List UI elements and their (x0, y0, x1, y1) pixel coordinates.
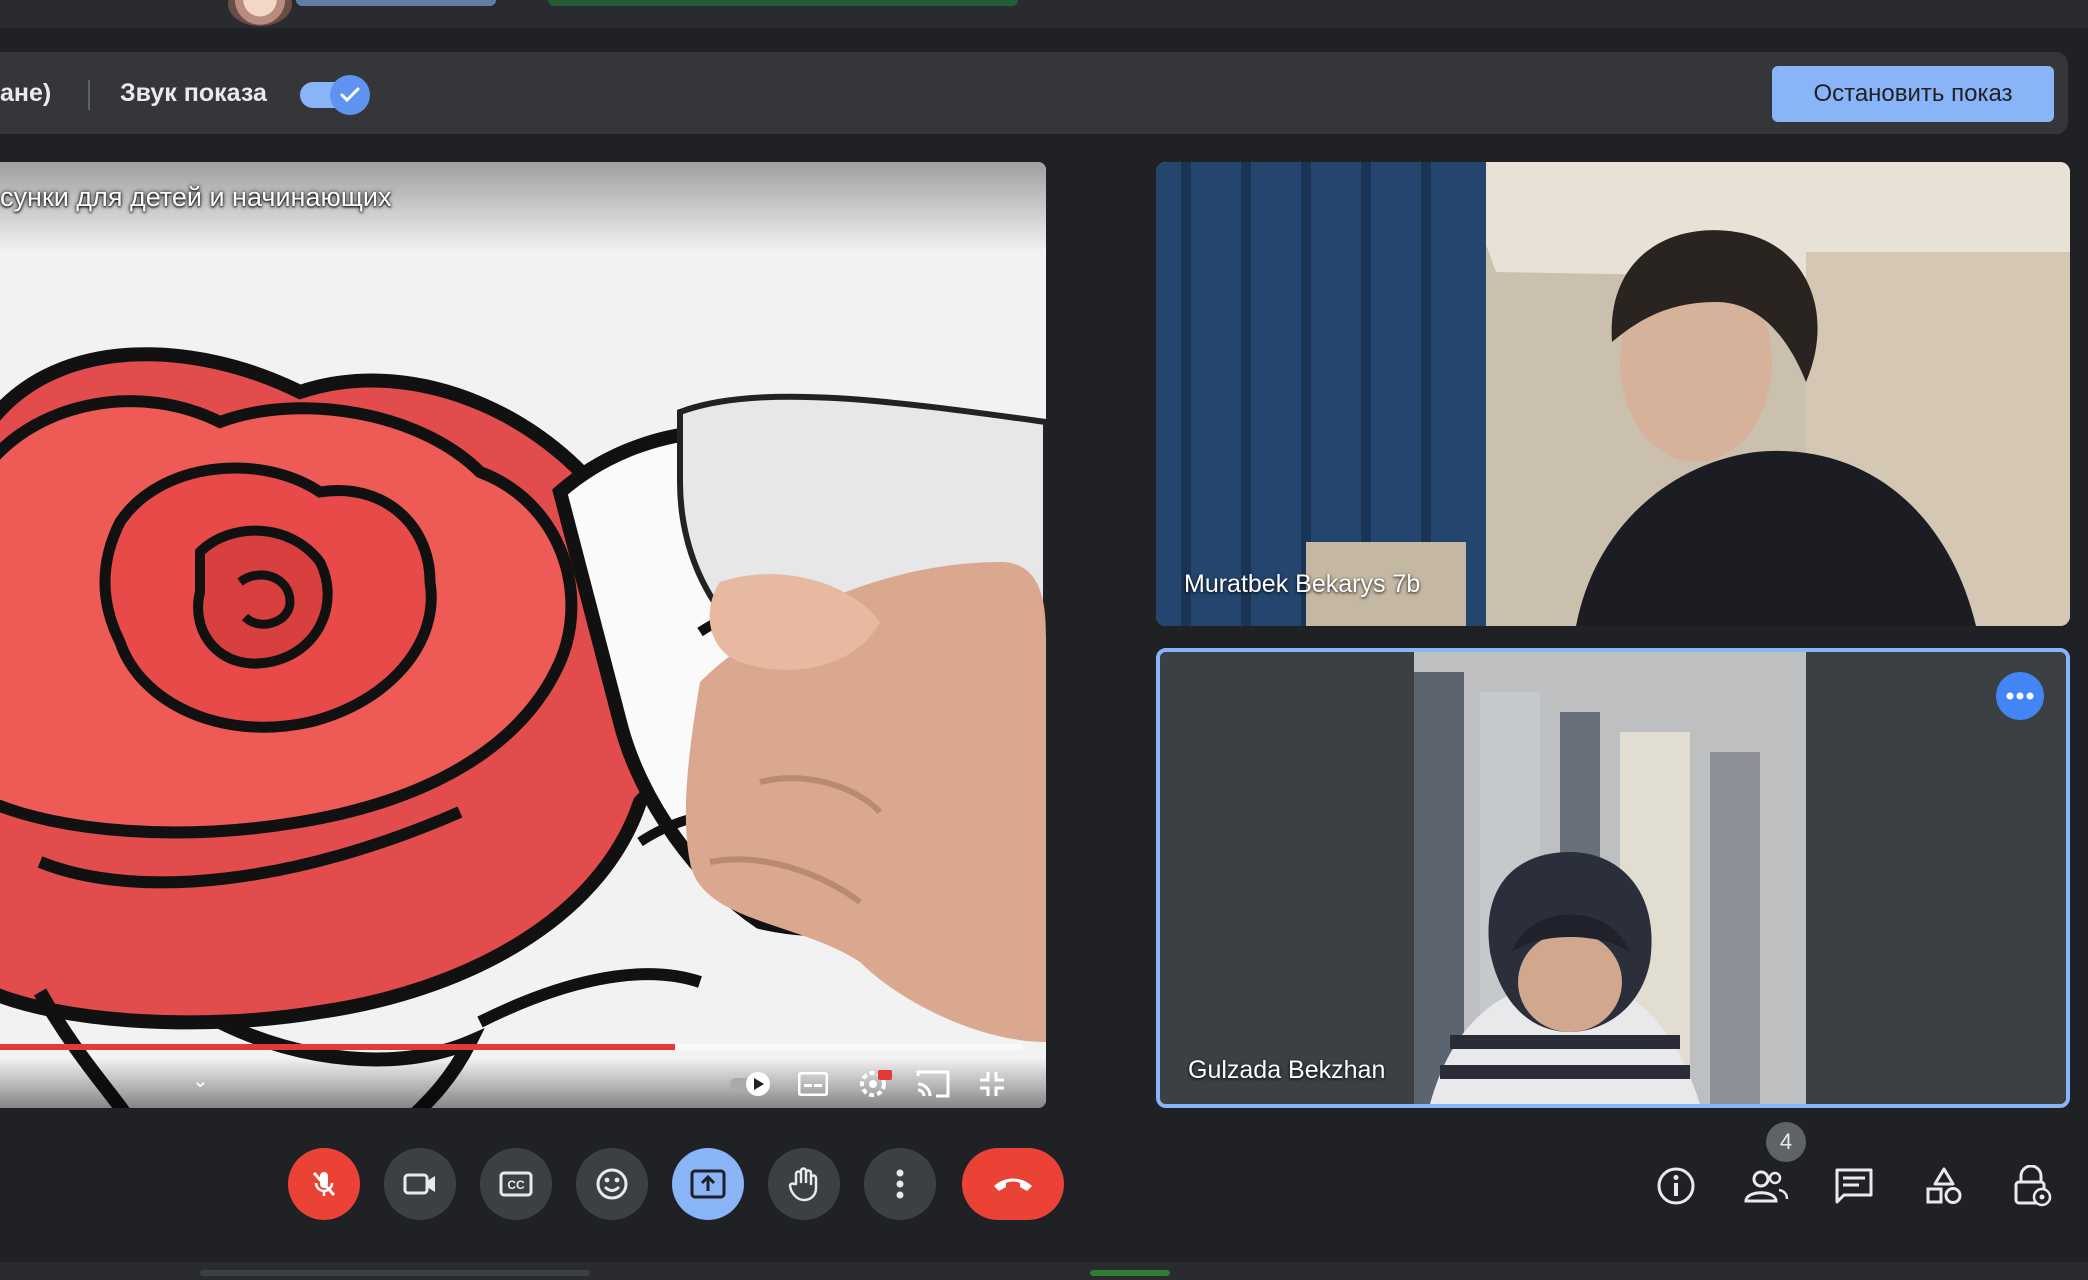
avatar (228, 0, 292, 26)
more-options-button[interactable] (864, 1148, 936, 1220)
video-progress-bar[interactable] (0, 1044, 1022, 1050)
raise-hand-icon (788, 1167, 818, 1202)
participant-tile[interactable]: Muratbek Bekarys 7b (1156, 162, 2070, 626)
taskbar-item-green (1090, 1270, 1170, 1276)
rose-drawing (0, 162, 1046, 1108)
presenting-label: ане) (0, 79, 52, 107)
sound-label: Звук показа (120, 79, 267, 107)
participant-tile-active[interactable]: Gulzada Bekzhan (1156, 648, 2070, 1108)
hang-up-icon (994, 1178, 1032, 1191)
chat-button[interactable] (1826, 1158, 1882, 1214)
mic-off-icon (312, 1171, 336, 1197)
raise-hand-button[interactable] (768, 1148, 840, 1220)
reactions-button[interactable] (576, 1148, 648, 1220)
camera-button[interactable] (384, 1148, 456, 1220)
activities-icon (1926, 1167, 1962, 1204)
top-tab-indicator (296, 0, 496, 6)
taskbar-item (200, 1270, 590, 1276)
top-strip (0, 0, 2088, 28)
video-progress-played (0, 1044, 675, 1050)
taskbar-strip (0, 1262, 2088, 1280)
toggle-knob (330, 75, 370, 115)
top-tab-indicator-green (548, 0, 1018, 6)
cast-icon[interactable] (916, 1070, 950, 1098)
people-icon (1744, 1170, 1789, 1203)
microphone-button[interactable] (288, 1148, 360, 1220)
chat-icon (1835, 1168, 1873, 1204)
people-button[interactable] (1738, 1158, 1794, 1214)
present-button[interactable] (672, 1148, 744, 1220)
more-horizontal-icon (2006, 692, 2034, 700)
subtitles-icon[interactable] (798, 1072, 828, 1096)
participant-video (1156, 162, 2070, 626)
divider (88, 80, 90, 110)
captions-icon: CC (499, 1171, 533, 1197)
participant-name: Muratbek Bekarys 7b (1184, 570, 1421, 598)
shared-screen: сунки для детей и начинающих ⌄ (0, 162, 1046, 1108)
emoji-icon (596, 1168, 628, 1200)
more-options-button[interactable] (1996, 672, 2044, 720)
leave-call-button[interactable] (962, 1148, 1064, 1220)
autoplay-toggle-icon[interactable] (728, 1070, 776, 1098)
settings-icon[interactable] (858, 1068, 892, 1098)
exit-fullscreen-icon[interactable] (978, 1070, 1006, 1098)
camera-icon (403, 1173, 435, 1195)
host-controls-button[interactable] (2004, 1158, 2060, 1214)
participant-video (1160, 652, 2066, 1104)
activities-button[interactable] (1916, 1158, 1972, 1214)
sound-toggle[interactable] (300, 75, 370, 115)
participant-name: Gulzada Bekzhan (1188, 1056, 1386, 1084)
stop-presenting-button[interactable]: Остановить показ (1772, 66, 2054, 122)
check-icon (340, 87, 360, 103)
info-icon (1657, 1167, 1695, 1205)
video-title: сунки для детей и начинающих (0, 182, 392, 212)
captions-button[interactable]: CC (480, 1148, 552, 1220)
host-controls-icon (2014, 1165, 2052, 1207)
svg-text:CC: CC (507, 1178, 525, 1192)
chevron-down-icon[interactable]: ⌄ (192, 1068, 209, 1093)
participants-count-badge: 4 (1766, 1122, 1806, 1162)
video-controls: ⌄ (0, 1058, 1046, 1108)
present-icon (690, 1169, 726, 1199)
meeting-details-button[interactable] (1648, 1158, 1704, 1214)
more-options-icon (896, 1169, 904, 1199)
